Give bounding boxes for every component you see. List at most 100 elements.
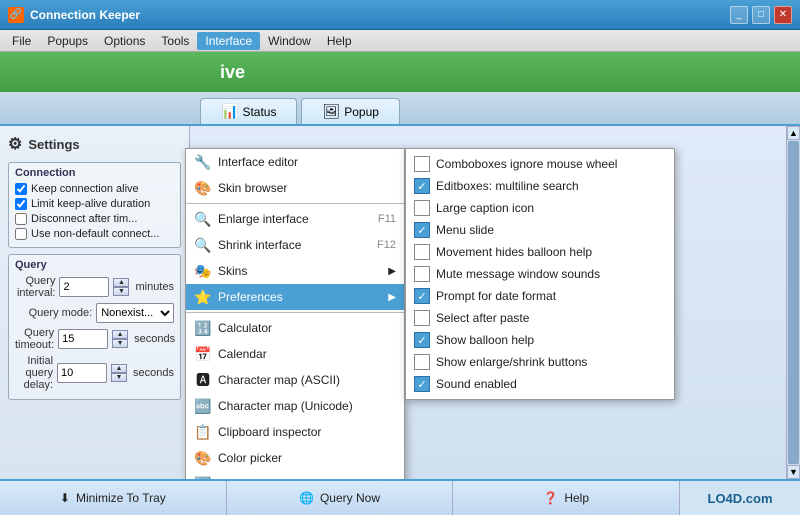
menu-preferences[interactable]: ⭐ Preferences ▶ xyxy=(186,284,404,310)
menu-charmap-unicode[interactable]: 🔤 Character map (Unicode) xyxy=(186,393,404,419)
menu-interface[interactable]: Interface xyxy=(197,32,260,50)
non-default-checkbox[interactable] xyxy=(15,228,27,240)
clipboard-label: Clipboard inspector xyxy=(218,425,321,439)
pref-item-5[interactable]: Mute message window sounds xyxy=(406,263,674,285)
pref-checkbox-6[interactable] xyxy=(414,288,430,304)
interface-editor-label: Interface editor xyxy=(218,155,298,169)
help-button[interactable]: ❓ Help xyxy=(453,481,680,515)
query-interval-down[interactable]: ▼ xyxy=(113,287,129,296)
pref-checkbox-1[interactable] xyxy=(414,178,430,194)
menu-skin-browser[interactable]: 🎨 Skin browser xyxy=(186,175,404,201)
tab-status[interactable]: 📊 Status xyxy=(200,98,297,124)
query-timeout-label: Query timeout: xyxy=(15,327,54,351)
pref-item-9[interactable]: Show enlarge/shrink buttons xyxy=(406,351,674,373)
maximize-button[interactable]: □ xyxy=(752,6,770,24)
pref-item-1[interactable]: Editboxes: multiline search xyxy=(406,175,674,197)
menu-charmap-ascii[interactable]: 🅰 Character map (ASCII) xyxy=(186,367,404,393)
query-interval-input[interactable] xyxy=(59,277,109,297)
minimize-to-tray-button[interactable]: ⬇ Minimize To Tray xyxy=(0,481,227,515)
scroll-up-arrow[interactable]: ▲ xyxy=(787,126,800,140)
pref-checkbox-8[interactable] xyxy=(414,332,430,348)
settings-title: Settings xyxy=(28,137,79,152)
query-section-title: Query xyxy=(15,259,174,271)
query-delay-down[interactable]: ▼ xyxy=(111,373,127,382)
tab-status-label: Status xyxy=(242,105,276,119)
menu-clipboard[interactable]: 📋 Clipboard inspector xyxy=(186,419,404,445)
pref-checkbox-9[interactable] xyxy=(414,354,430,370)
watermark: LO4D.com xyxy=(680,481,800,515)
query-timeout-input[interactable] xyxy=(58,329,108,349)
menu-popups[interactable]: Popups xyxy=(39,32,96,50)
menu-color-picker[interactable]: 🎨 Color picker xyxy=(186,445,404,471)
scroll-down-arrow[interactable]: ▼ xyxy=(787,465,800,479)
menu-shrink-interface[interactable]: 🔍 Shrink interface F12 xyxy=(186,232,404,258)
scroll-thumb[interactable] xyxy=(788,141,799,464)
query-now-button[interactable]: 🌐 Query Now xyxy=(227,481,454,515)
preferences-arrow: ▶ xyxy=(388,292,396,303)
pref-item-4[interactable]: Movement hides balloon help xyxy=(406,241,674,263)
pref-checkbox-7[interactable] xyxy=(414,310,430,326)
pref-item-2[interactable]: Large caption icon xyxy=(406,197,674,219)
vertical-scrollbar[interactable]: ▲ ▼ xyxy=(786,126,800,479)
menu-interface-editor[interactable]: 🔧 Interface editor xyxy=(186,149,404,175)
enlarge-icon: 🔍 xyxy=(194,210,212,228)
menu-enlarge-interface[interactable]: 🔍 Enlarge interface F11 xyxy=(186,206,404,232)
pref-checkbox-5[interactable] xyxy=(414,266,430,282)
limit-keepalive-label: Limit keep-alive duration xyxy=(31,198,150,210)
regex-icon: 🔣 xyxy=(194,475,212,479)
menu-help[interactable]: Help xyxy=(319,32,360,50)
query-interval-spinners: ▲ ▼ xyxy=(113,278,129,296)
limit-keepalive-checkbox[interactable] xyxy=(15,198,27,210)
query-delay-up[interactable]: ▲ xyxy=(111,364,127,373)
menu-options[interactable]: Options xyxy=(96,32,153,50)
query-delay-input[interactable] xyxy=(57,363,107,383)
pref-checkbox-0[interactable] xyxy=(414,156,430,172)
menu-tools[interactable]: Tools xyxy=(153,32,197,50)
query-interval-label: Query interval: xyxy=(15,275,55,299)
pref-checkbox-2[interactable] xyxy=(414,200,430,216)
pref-item-3[interactable]: Menu slide xyxy=(406,219,674,241)
menu-calendar[interactable]: 📅 Calendar xyxy=(186,341,404,367)
pref-label-10: Sound enabled xyxy=(436,377,517,391)
query-timeout-up[interactable]: ▲ xyxy=(112,330,128,339)
query-interval-up[interactable]: ▲ xyxy=(113,278,129,287)
shrink-icon: 🔍 xyxy=(194,236,212,254)
color-picker-label: Color picker xyxy=(218,451,282,465)
pref-checkbox-4[interactable] xyxy=(414,244,430,260)
help-label: Help xyxy=(564,491,589,505)
menu-regex[interactable]: 🔣 Regex Tester xyxy=(186,471,404,479)
watermark-text: LO4D.com xyxy=(708,491,773,506)
menu-file[interactable]: File xyxy=(4,32,39,50)
settings-panel: ⚙ Settings Connection Keep connection al… xyxy=(0,126,190,479)
keep-alive-checkbox[interactable] xyxy=(15,183,27,195)
calculator-label: Calculator xyxy=(218,321,272,335)
charmap-unicode-label: Character map (Unicode) xyxy=(218,399,353,413)
menu-window[interactable]: Window xyxy=(260,32,319,50)
pref-checkbox-3[interactable] xyxy=(414,222,430,238)
menu-skins[interactable]: 🎭 Skins ▶ xyxy=(186,258,404,284)
menu-calculator[interactable]: 🔢 Calculator xyxy=(186,315,404,341)
connection-item-2: Disconnect after tim... xyxy=(15,213,174,225)
title-left: 🔗 Connection Keeper xyxy=(8,7,140,23)
disconnect-label: Disconnect after tim... xyxy=(31,213,137,225)
pref-item-6[interactable]: Prompt for date format xyxy=(406,285,674,307)
preferences-submenu: Comboboxes ignore mouse wheel Editboxes:… xyxy=(405,148,675,400)
pref-checkbox-10[interactable] xyxy=(414,376,430,392)
query-timeout-row: Query timeout: ▲ ▼ seconds xyxy=(15,327,174,351)
color-picker-icon: 🎨 xyxy=(194,449,212,467)
pref-item-8[interactable]: Show balloon help xyxy=(406,329,674,351)
query-timeout-down[interactable]: ▼ xyxy=(112,339,128,348)
close-button[interactable]: ✕ xyxy=(774,6,792,24)
tab-popup[interactable]: 🖼 Popup xyxy=(301,98,399,124)
query-now-icon: 🌐 xyxy=(299,491,314,505)
disconnect-checkbox[interactable] xyxy=(15,213,27,225)
pref-label-1: Editboxes: multiline search xyxy=(436,179,579,193)
minimize-button[interactable]: _ xyxy=(730,6,748,24)
query-interval-row: Query interval: ▲ ▼ minutes xyxy=(15,275,174,299)
pref-item-0[interactable]: Comboboxes ignore mouse wheel xyxy=(406,153,674,175)
query-mode-select[interactable]: Nonexist... xyxy=(96,303,174,323)
shrink-shortcut: F12 xyxy=(377,239,396,251)
pref-item-7[interactable]: Select after paste xyxy=(406,307,674,329)
pref-item-10[interactable]: Sound enabled xyxy=(406,373,674,395)
green-banner: ive xyxy=(0,52,800,92)
